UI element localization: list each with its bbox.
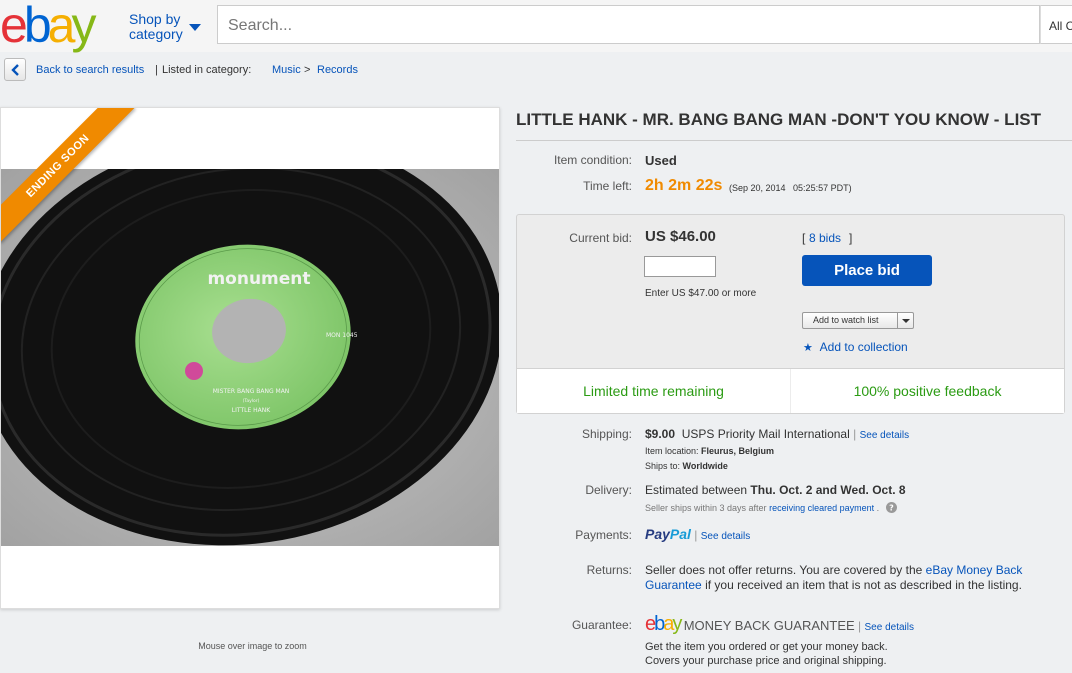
place-bid-button[interactable]: Place bid [802, 255, 932, 286]
label-composer-text: (Taylor) [243, 398, 260, 404]
payments-see-details-link[interactable]: See details [701, 531, 750, 542]
shipping-separator: | [853, 427, 857, 441]
breadcrumb-separator: | [155, 64, 158, 76]
logo-letter-b: b [23, 0, 52, 53]
delivery-note: Seller ships within 3 days after receivi… [645, 502, 897, 513]
shop-by-line1: Shop by [129, 11, 181, 27]
title-divider [516, 140, 1072, 141]
item-photo[interactable]: monument MISTER BANG BANG MAN (Taylor) L… [1, 169, 500, 546]
delivery-estimate: Estimated between Thu. Oct. 2 and Wed. O… [645, 483, 906, 497]
chevron-down-icon [189, 24, 201, 31]
cleared-payment-link[interactable]: receiving cleared payment [769, 503, 874, 513]
bids-bracket-open: [ [802, 231, 806, 245]
add-to-collection-link[interactable]: ★ Add to collection [803, 340, 908, 354]
star-icon: ★ [803, 342, 813, 354]
watch-list-label: Add to watch list [813, 315, 879, 325]
back-button[interactable] [4, 58, 26, 81]
payments-label: Payments: [575, 528, 632, 542]
header-bar: ebay Shop by category Search... All C [0, 0, 1072, 52]
shipping-see-details-link[interactable]: See details [860, 430, 909, 441]
search-input[interactable]: Search... [217, 5, 1040, 44]
guarantee-line2: Covers your purchase price and original … [645, 655, 887, 667]
shop-by-line2: category [129, 26, 183, 42]
chevron-left-icon [11, 64, 19, 76]
category-music-link[interactable]: Music [272, 64, 301, 76]
time-left-value: 2h 2m 22s [645, 177, 723, 194]
shipping-label: Shipping: [581, 427, 632, 441]
paypal-logo: PayPal [645, 526, 691, 542]
delivery-note-end: . [876, 503, 880, 513]
logo-letter-e: e [0, 0, 28, 53]
watch-list-dropdown[interactable] [897, 313, 913, 328]
shop-by-category-button[interactable]: Shop by category [129, 11, 201, 42]
delivery-note-text: Seller ships within 3 days after [645, 503, 767, 513]
add-to-watch-list-button[interactable]: Add to watch list [802, 312, 914, 329]
money-back-guarantee-text: MONEY BACK GUARANTEE [683, 618, 855, 633]
item-location: Item location: Fleurus, Belgium [645, 446, 774, 456]
guarantee-separator: | [858, 619, 862, 633]
item-title: LITTLE HANK - MR. BANG BANG MAN -DON'T Y… [516, 110, 1042, 129]
delivery-dates: Thu. Oct. 2 and Wed. Oct. 8 [750, 483, 906, 497]
label-catalog-text: MON 1045 [326, 332, 358, 339]
condition-label: Item condition: [553, 153, 632, 167]
current-bid-value: US $46.00 [645, 228, 716, 245]
money-back-guarantee-link-1[interactable]: eBay Money [926, 563, 993, 577]
delivery-label: Delivery: [585, 483, 632, 497]
ebay-guarantee-logo: ebay [645, 613, 682, 635]
label-dot [185, 362, 203, 380]
guarantee-see-details-link[interactable]: See details [865, 622, 914, 633]
bid-hint: Enter US $47.00 or more [645, 288, 757, 299]
returns-label: Returns: [586, 563, 632, 577]
end-date: (Sep 20, 2014 05:25:57 PDT) [729, 183, 852, 193]
category-select[interactable]: All C [1040, 5, 1072, 44]
chevron-down-icon [902, 319, 910, 323]
payments-separator: | [694, 528, 698, 542]
guarantee-line: ebay MONEY BACK GUARANTEE | See details [645, 613, 914, 636]
current-bid-label: Current bid: [569, 231, 632, 245]
limited-time-highlight: Limited time remaining [517, 369, 790, 413]
breadcrumb-arrow: > [304, 64, 311, 76]
shipping-service: USPS Priority Mail International [681, 427, 850, 441]
guarantee-line1: Get the item you ordered or get your mon… [645, 641, 888, 653]
returns-line3-text: listing. [987, 578, 1022, 592]
returns-line2-text: if you received an item that is not as d… [705, 578, 985, 592]
bids-count-link[interactable]: 8 bids [809, 231, 841, 245]
zoom-hint: Mouse over image to zoom [198, 641, 307, 651]
listed-in-category-text: Listed in category: [162, 64, 252, 76]
bid-amount-input[interactable] [644, 256, 716, 277]
returns-line1-text: Seller does not offer returns. You are c… [645, 563, 923, 577]
positive-feedback-highlight: 100% positive feedback [791, 369, 1064, 413]
item-image-panel[interactable]: monument MISTER BANG BANG MAN (Taylor) L… [0, 107, 500, 609]
back-to-search-link[interactable]: Back to search results [36, 64, 144, 76]
logo-letter-y: y [71, 0, 96, 53]
bids-bracket-close: ] [849, 231, 853, 245]
label-brand-text: monument [207, 269, 310, 289]
shipping-line: $9.00 USPS Priority Mail International |… [645, 427, 909, 441]
ships-to-value: Worldwide [682, 461, 728, 471]
add-to-collection-label: Add to collection [819, 340, 908, 354]
label-song-text: MISTER BANG BANG MAN [213, 388, 290, 395]
condition-value: Used [645, 153, 677, 168]
category-records-link[interactable]: Records [317, 64, 358, 76]
ships-to: Ships to: Worldwide [645, 461, 728, 471]
payments-line: PayPal | See details [645, 526, 750, 542]
logo-letter-a: a [47, 0, 76, 53]
item-location-label: Item location: [645, 446, 699, 456]
guarantee-label: Guarantee: [571, 618, 632, 632]
ebay-logo[interactable]: ebay [0, 0, 96, 53]
ships-to-label: Ships to: [645, 461, 681, 471]
help-icon[interactable]: ? [885, 502, 897, 513]
item-location-value: Fleurus, Belgium [701, 446, 775, 456]
returns-text: Seller does not offer returns. You are c… [645, 563, 1065, 593]
shipping-cost: $9.00 [645, 427, 676, 441]
time-left-label: Time left: [583, 179, 632, 193]
label-artist-text: LITTLE HANK [232, 407, 271, 414]
svg-text:?: ? [889, 504, 894, 513]
delivery-text: Estimated between [645, 483, 748, 497]
